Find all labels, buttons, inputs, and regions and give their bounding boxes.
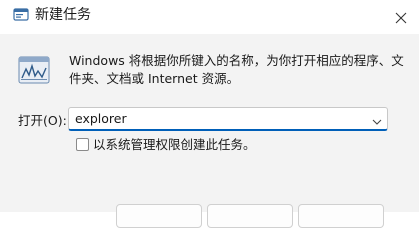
cancel-button[interactable] xyxy=(207,204,293,228)
close-icon[interactable] xyxy=(394,10,408,24)
chevron-down-icon[interactable] xyxy=(371,113,383,125)
run-dialog-icon xyxy=(13,7,29,23)
open-combobox[interactable] xyxy=(68,107,388,131)
admin-checkbox[interactable] xyxy=(76,138,89,151)
instruction-text: Windows 将根据你所键入的名称，为你打开相应的程序、文件夹、文档或 Int… xyxy=(69,53,404,86)
admin-checkbox-label[interactable]: 以系统管理权限创建此任务。 xyxy=(93,137,256,153)
browse-button[interactable] xyxy=(298,204,384,228)
open-label: 打开(O): xyxy=(18,113,67,128)
task-manager-icon xyxy=(18,54,50,86)
dialog-footer xyxy=(0,184,419,228)
window-title: 新建任务 xyxy=(35,7,91,23)
open-input[interactable] xyxy=(75,110,365,128)
ok-button[interactable] xyxy=(116,204,202,228)
title-bar: 新建任务 xyxy=(0,0,419,34)
close-button[interactable] xyxy=(382,0,419,34)
new-task-dialog: 新建任务 Windows 将根据你所键入的名称，为你打开相应的程序、文件夹、文档… xyxy=(0,0,419,228)
dialog-content: Windows 将根据你所键入的名称，为你打开相应的程序、文件夹、文档或 Int… xyxy=(0,34,419,228)
